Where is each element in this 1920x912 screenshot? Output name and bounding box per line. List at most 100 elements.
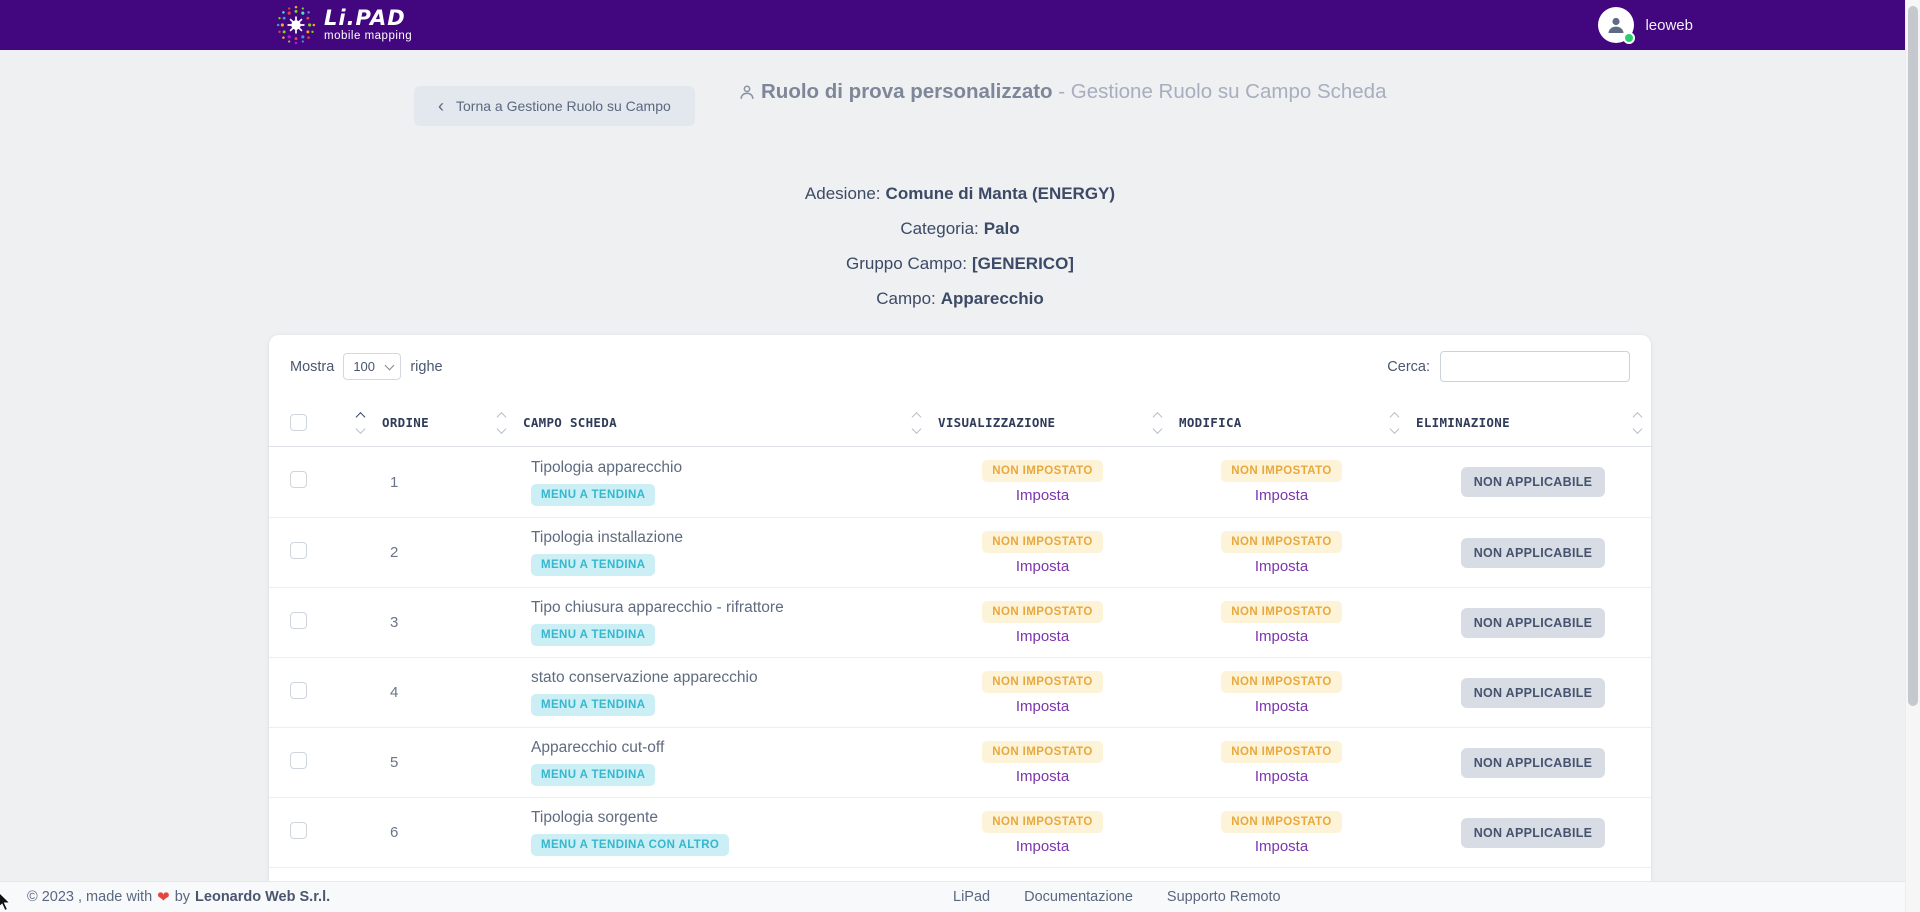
- field-type-badge: MENU A TENDINA: [531, 764, 655, 786]
- field-name: Tipologia installazione: [531, 529, 907, 547]
- table-row: 1 Tipologia apparecchio MENU A TENDINA N…: [269, 447, 1651, 517]
- modifica-imposta-link[interactable]: Imposta: [1255, 768, 1308, 785]
- visualizzazione-status-badge: NON IMPOSTATO: [982, 460, 1102, 482]
- modifica-status-badge: NON IMPOSTATO: [1221, 601, 1341, 623]
- row-checkbox[interactable]: [290, 682, 307, 699]
- sort-icon[interactable]: [913, 413, 920, 432]
- field-type-badge: MENU A TENDINA: [531, 694, 655, 716]
- user-menu[interactable]: leoweb: [1598, 7, 1693, 43]
- avatar: [1598, 7, 1634, 43]
- search-input[interactable]: [1440, 351, 1630, 382]
- column-header-visualizzazione[interactable]: VISUALIZZAZIONE: [907, 399, 1148, 446]
- table-row: 3 Tipo chiusura apparecchio - rifrattore…: [269, 587, 1651, 657]
- eliminazione-cell: NON APPLICABILE: [1385, 798, 1651, 867]
- order-value: 5: [390, 754, 398, 771]
- visualizzazione-imposta-link[interactable]: Imposta: [1016, 558, 1069, 575]
- order-value: 6: [390, 824, 398, 841]
- sort-icon[interactable]: [357, 413, 364, 432]
- visualizzazione-cell: NON IMPOSTATO Imposta: [907, 798, 1148, 867]
- page-size-select-wrap: 100: [343, 353, 401, 380]
- column-header-modifica[interactable]: MODIFICA: [1148, 399, 1385, 446]
- order-value: 1: [390, 474, 398, 491]
- username: leoweb: [1645, 17, 1693, 34]
- modifica-imposta-link[interactable]: Imposta: [1255, 698, 1308, 715]
- eliminazione-cell: NON APPLICABILE: [1385, 658, 1651, 727]
- modifica-status-badge: NON IMPOSTATO: [1221, 671, 1341, 693]
- scrollbar-thumb[interactable]: [1908, 6, 1918, 706]
- row-checkbox[interactable]: [290, 822, 307, 839]
- modifica-status-badge: NON IMPOSTATO: [1221, 531, 1341, 553]
- order-cell: 5: [351, 754, 492, 771]
- visualizzazione-status-badge: NON IMPOSTATO: [982, 671, 1102, 693]
- eliminazione-status-badge: NON APPLICABILE: [1461, 608, 1606, 638]
- select-all-checkbox[interactable]: [290, 414, 307, 431]
- modifica-status-badge: NON IMPOSTATO: [1221, 811, 1341, 833]
- visualizzazione-imposta-link[interactable]: Imposta: [1016, 487, 1069, 504]
- eliminazione-cell: NON APPLICABILE: [1385, 728, 1651, 797]
- table-card: Mostra 100 righe Cerca: ORDINE: [269, 335, 1651, 912]
- modifica-imposta-link[interactable]: Imposta: [1255, 628, 1308, 645]
- sort-icon[interactable]: [498, 413, 505, 432]
- eliminazione-status-badge: NON APPLICABILE: [1461, 467, 1606, 497]
- eliminazione-status-badge: NON APPLICABILE: [1461, 818, 1606, 848]
- modifica-imposta-link[interactable]: Imposta: [1255, 838, 1308, 855]
- logo-title: Li.PAD: [324, 8, 412, 29]
- column-label: CAMPO SCHEDA: [523, 415, 617, 430]
- vertical-scrollbar[interactable]: [1905, 0, 1920, 912]
- row-checkbox[interactable]: [290, 752, 307, 769]
- modifica-imposta-link[interactable]: Imposta: [1255, 487, 1308, 504]
- campo-scheda-cell: Tipo chiusura apparecchio - rifrattore M…: [492, 599, 907, 646]
- row-select-cell: [269, 612, 351, 634]
- visualizzazione-imposta-link[interactable]: Imposta: [1016, 628, 1069, 645]
- info-label: Categoria:: [900, 219, 978, 238]
- table-row: 4 stato conservazione apparecchio MENU A…: [269, 657, 1651, 727]
- table-header-row: ORDINE CAMPO SCHEDA VISUALIZZAZIONE MODI…: [269, 399, 1651, 447]
- lipad-logo[interactable]: Li.PAD mobile mapping: [275, 4, 412, 46]
- field-name: Tipologia apparecchio: [531, 459, 907, 477]
- campo-scheda-cell: Apparecchio cut-off MENU A TENDINA: [492, 739, 907, 786]
- footer-link-lipad[interactable]: LiPad: [953, 889, 990, 905]
- modifica-imposta-link[interactable]: Imposta: [1255, 558, 1308, 575]
- page-title: Ruolo di prova personalizzato - Gestione…: [739, 78, 1397, 107]
- chevron-left-icon: ‹: [438, 97, 444, 115]
- column-header-ordine[interactable]: ORDINE: [351, 399, 492, 446]
- info-adesione: Adesione:Comune di Manta (ENERGY): [269, 176, 1651, 211]
- footer-link-supporto-remoto[interactable]: Supporto Remoto: [1167, 889, 1281, 905]
- info-value: Apparecchio: [941, 289, 1044, 308]
- logo-subtitle: mobile mapping: [324, 31, 412, 43]
- sort-icon[interactable]: [1154, 413, 1161, 432]
- footer: © 2023 , made with ❤ by Leonardo Web S.r…: [0, 881, 1920, 912]
- campo-scheda-cell: Tipologia installazione MENU A TENDINA: [492, 529, 907, 576]
- visualizzazione-imposta-link[interactable]: Imposta: [1016, 838, 1069, 855]
- sort-icon[interactable]: [1391, 413, 1398, 432]
- back-button[interactable]: ‹ Torna a Gestione Ruolo su Campo: [414, 86, 695, 126]
- row-checkbox[interactable]: [290, 471, 307, 488]
- order-cell: 3: [351, 614, 492, 631]
- context-info: Adesione:Comune di Manta (ENERGY) Catego…: [269, 176, 1651, 316]
- visualizzazione-imposta-link[interactable]: Imposta: [1016, 768, 1069, 785]
- info-label: Campo:: [876, 289, 936, 308]
- field-name: Tipo chiusura apparecchio - rifrattore: [531, 599, 907, 617]
- footer-link-documentazione[interactable]: Documentazione: [1024, 889, 1133, 905]
- row-checkbox[interactable]: [290, 612, 307, 629]
- header-select-all: [269, 399, 351, 446]
- visualizzazione-status-badge: NON IMPOSTATO: [982, 811, 1102, 833]
- campo-scheda-cell: Tipologia apparecchio MENU A TENDINA: [492, 459, 907, 506]
- info-value: Comune di Manta (ENERGY): [886, 184, 1116, 203]
- row-select-cell: [269, 752, 351, 774]
- field-type-badge: MENU A TENDINA: [531, 484, 655, 506]
- order-value: 3: [390, 614, 398, 631]
- info-label: Gruppo Campo:: [846, 254, 967, 273]
- modifica-cell: NON IMPOSTATO Imposta: [1148, 447, 1385, 517]
- column-header-eliminazione[interactable]: ELIMINAZIONE: [1385, 399, 1651, 446]
- row-checkbox[interactable]: [290, 542, 307, 559]
- info-gruppo-campo: Gruppo Campo:[GENERICO]: [269, 246, 1651, 281]
- sort-icon[interactable]: [1634, 413, 1641, 432]
- length-label-before: Mostra: [290, 359, 334, 375]
- copyright: © 2023 , made with ❤ by Leonardo Web S.r…: [27, 888, 330, 906]
- table-row: 6 Tipologia sorgente MENU A TENDINA CON …: [269, 797, 1651, 867]
- back-button-label: Torna a Gestione Ruolo su Campo: [456, 98, 671, 114]
- page-size-select[interactable]: 100: [343, 353, 401, 380]
- column-header-campo-scheda[interactable]: CAMPO SCHEDA: [492, 399, 907, 446]
- visualizzazione-imposta-link[interactable]: Imposta: [1016, 698, 1069, 715]
